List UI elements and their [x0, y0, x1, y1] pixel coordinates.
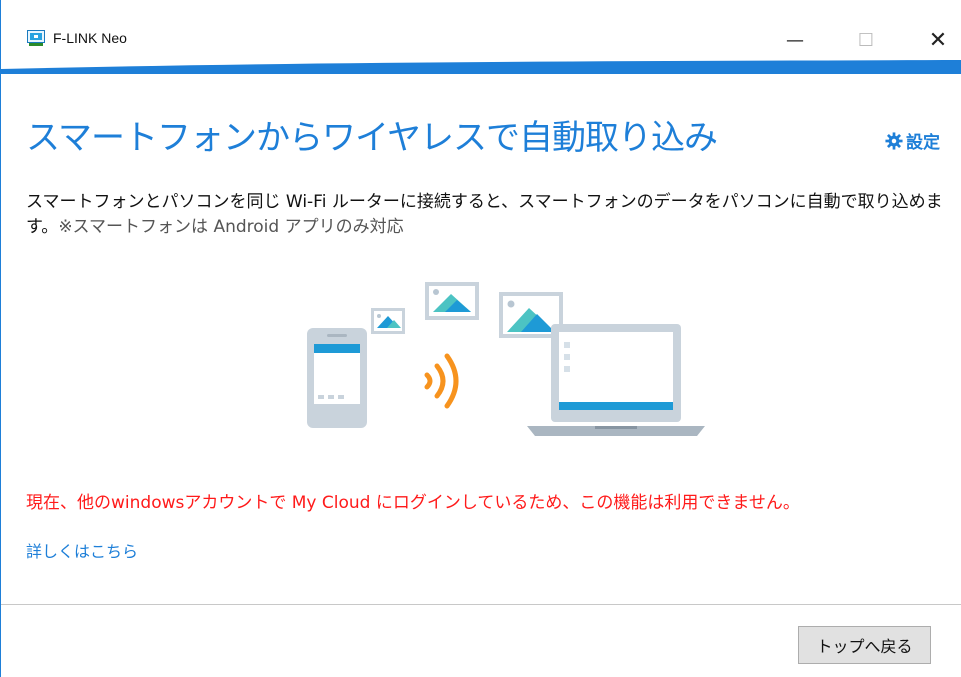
- app-window: F-LINK Neo — ☐ ✕ スマートフォンからワイヤレスで自動取り込み 設…: [0, 0, 961, 677]
- maximize-button[interactable]: ☐: [843, 22, 889, 58]
- minimize-icon: —: [786, 29, 804, 51]
- description-note: ※スマートフォンは Android アプリのみ対応: [58, 217, 404, 237]
- wireless-transfer-illustration: [307, 282, 705, 436]
- gear-icon: [885, 131, 903, 150]
- title-bar[interactable]: F-LINK Neo — ☐ ✕: [1, 0, 961, 62]
- settings-button[interactable]: 設定: [885, 128, 940, 153]
- page-title: スマートフォンからワイヤレスで自動取り込み: [26, 118, 718, 158]
- back-to-top-button[interactable]: トップへ戻る: [798, 626, 931, 664]
- warning-message: 現在、他のwindowsアカウントで My Cloud にログインしているため、…: [26, 493, 800, 513]
- description: スマートフォンとパソコンを同じ Wi-Fi ルーターに接続すると、スマートフォン…: [26, 190, 946, 240]
- close-icon: ✕: [928, 27, 948, 53]
- header-accent-bar: [1, 60, 961, 74]
- smartphone-icon: [307, 328, 367, 428]
- app-icon: [27, 30, 45, 46]
- close-button[interactable]: ✕: [915, 22, 961, 58]
- laptop-icon: [527, 324, 705, 436]
- photo-icon: [425, 282, 479, 320]
- footer-divider: [1, 604, 961, 605]
- photo-icon: [371, 308, 405, 334]
- window-title: F-LINK Neo: [53, 30, 127, 46]
- details-link[interactable]: 詳しくはこちら: [26, 538, 138, 562]
- settings-label: 設定: [906, 133, 940, 153]
- maximize-icon: ☐: [857, 29, 875, 51]
- wifi-signal-icon: [424, 353, 459, 409]
- minimize-button[interactable]: —: [772, 22, 818, 58]
